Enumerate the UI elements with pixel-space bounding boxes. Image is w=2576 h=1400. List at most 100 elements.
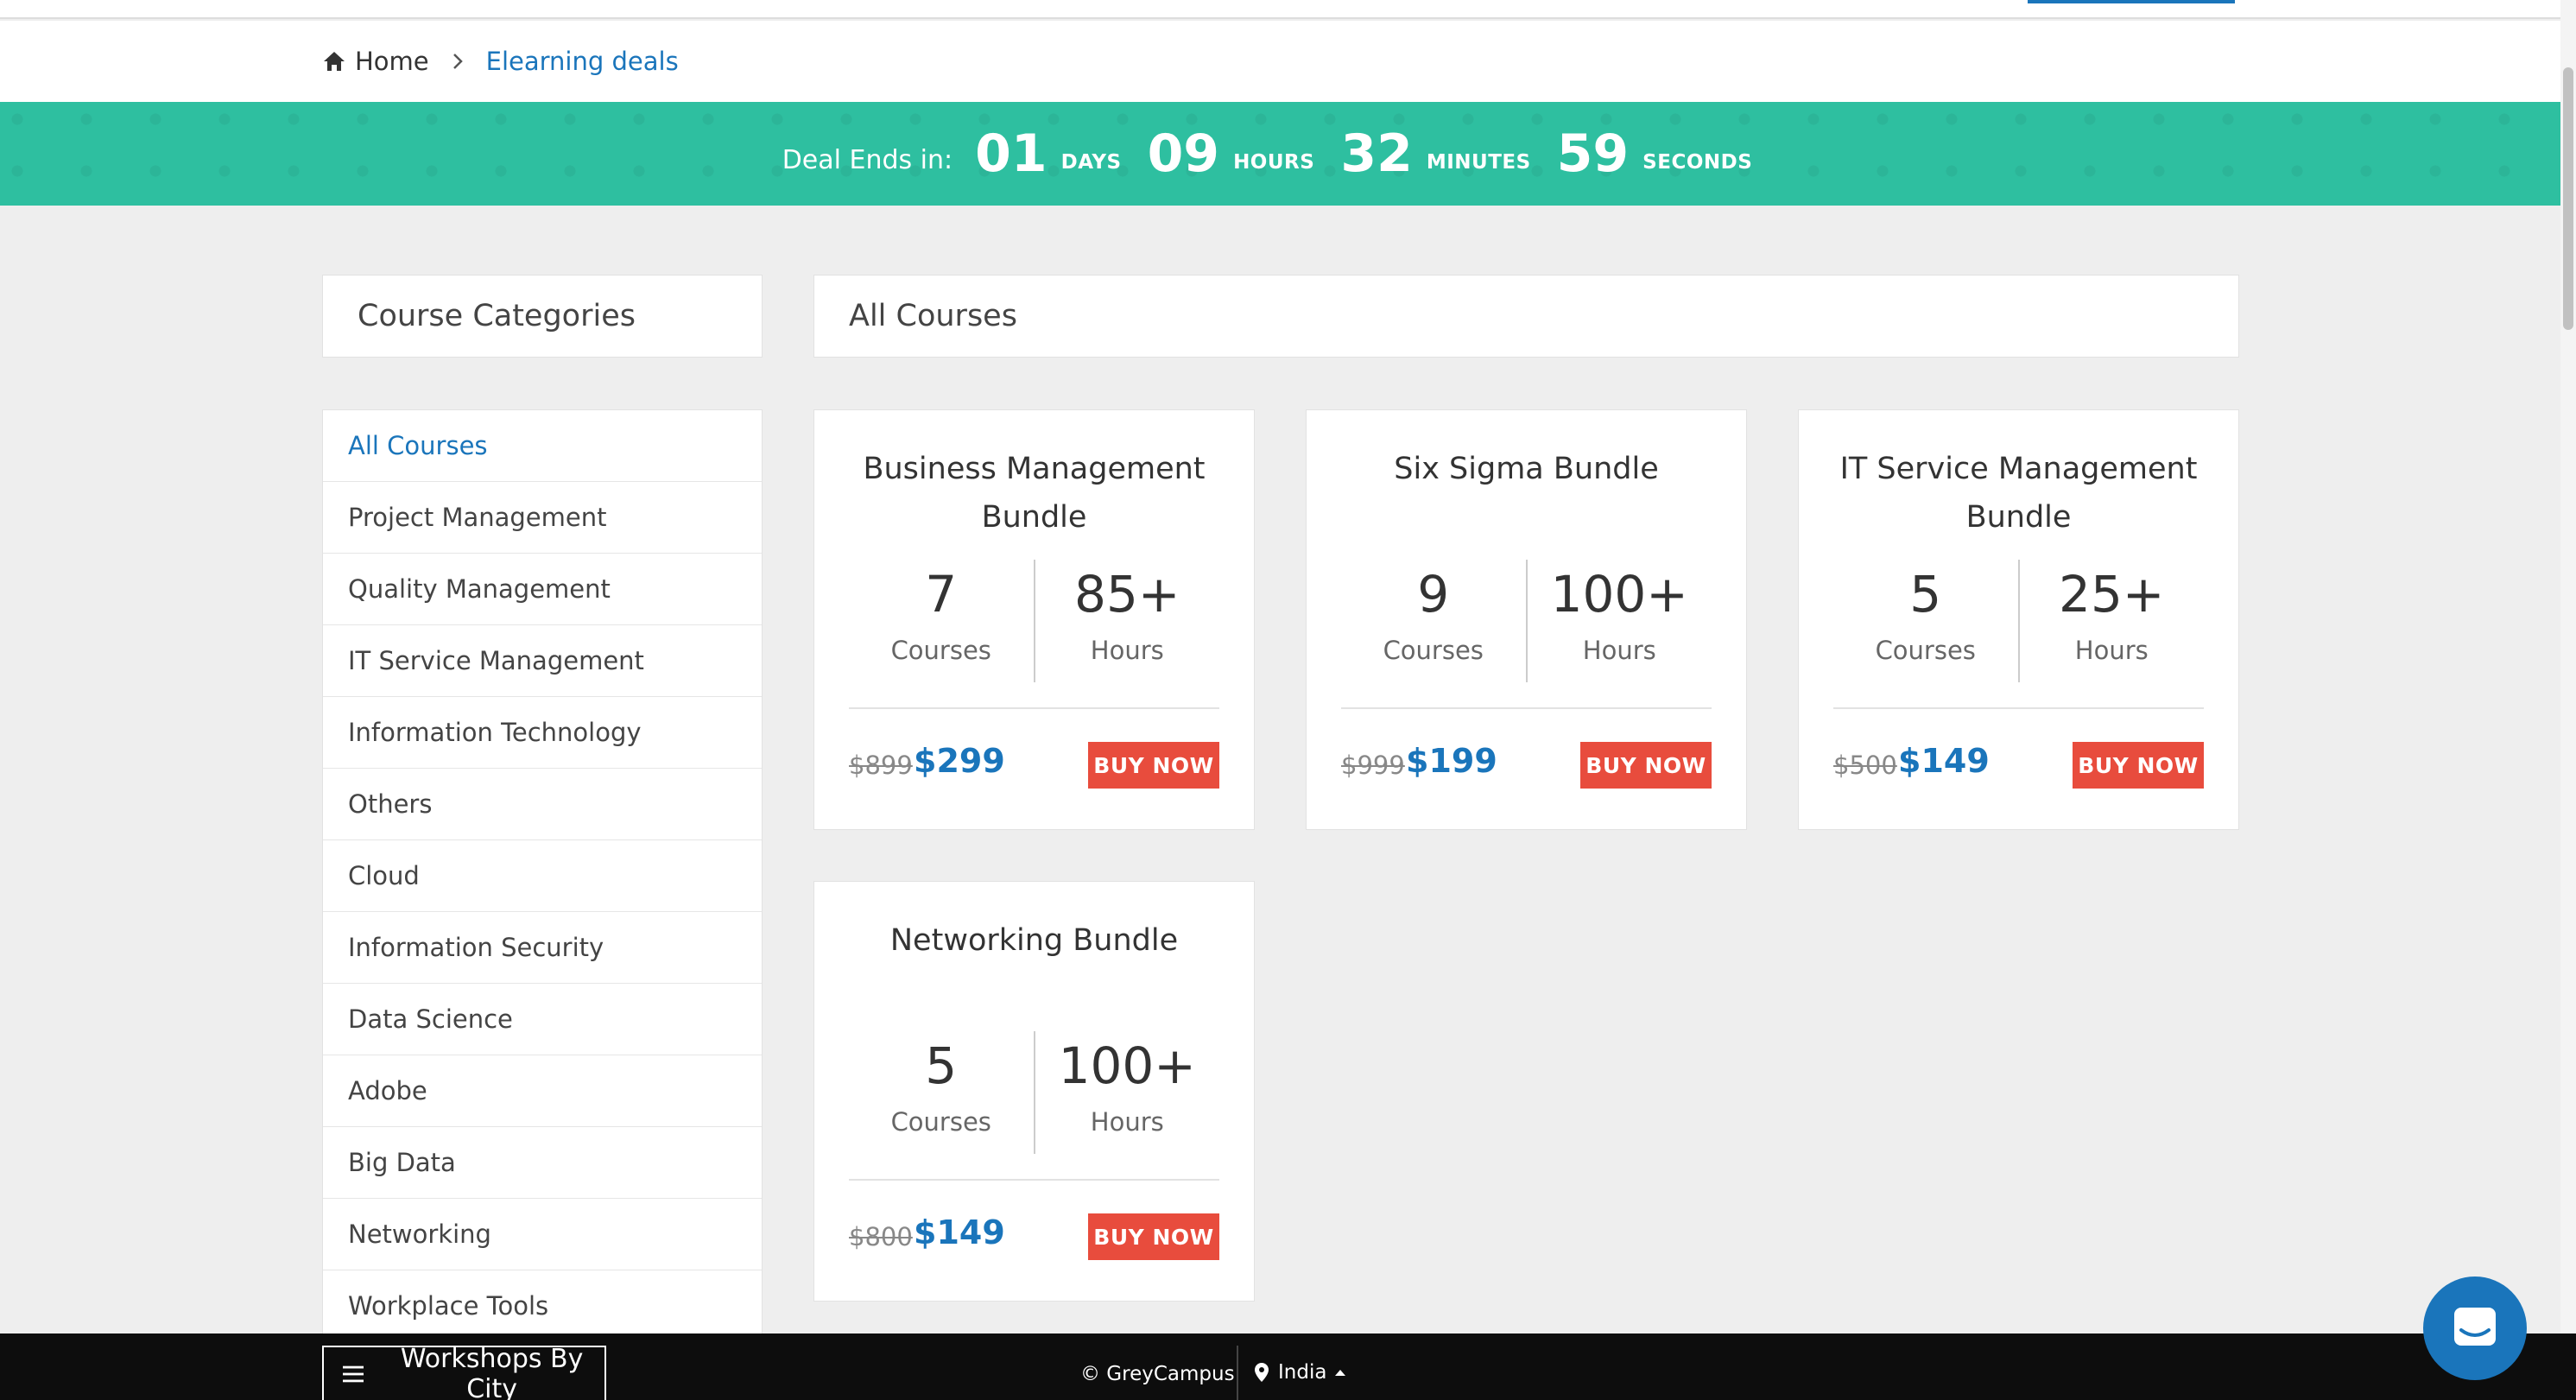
course-card-stats: 5 Courses 100+ Hours [849, 1031, 1219, 1154]
category-list: All Courses Project Management Quality M… [322, 409, 763, 1400]
deal-countdown-banner: Deal Ends in: 01 DAYS 09 HOURS 32 MINUTE… [0, 102, 2560, 206]
old-price: $999 [1341, 751, 1405, 780]
course-count-label: Courses [1875, 636, 1976, 665]
card-divider [1833, 707, 2204, 709]
category-item-adobe[interactable]: Adobe [323, 1055, 762, 1127]
category-item-others[interactable]: Others [323, 769, 762, 840]
buy-now-button[interactable]: BUY NOW [1088, 1213, 1219, 1260]
breadcrumb-home-link[interactable]: Home [322, 47, 429, 76]
vertical-scrollbar[interactable] [2560, 0, 2576, 1333]
all-courses-header: All Courses [813, 275, 2239, 358]
course-count-value: 9 [1417, 565, 1450, 624]
countdown-seconds: 59 [1556, 124, 1630, 184]
countdown-minutes: 32 [1340, 124, 1413, 184]
category-item-it-service-management[interactable]: IT Service Management [323, 625, 762, 697]
category-item-networking[interactable]: Networking [323, 1199, 762, 1270]
buy-now-button[interactable]: BUY NOW [1580, 742, 1712, 789]
countdown-minutes-unit: MINUTES [1426, 151, 1531, 174]
course-card[interactable]: Business Management Bundle 7 Courses 85+… [813, 409, 1255, 830]
old-price: $899 [849, 751, 913, 780]
hours-count: 85+ Hours [1035, 560, 1220, 682]
countdown-hours-unit: HOURS [1233, 151, 1315, 174]
footer-bar: Workshops By City © GreyCampus India [0, 1333, 2576, 1400]
card-divider [1341, 707, 1712, 709]
course-count-value: 7 [925, 565, 958, 624]
deal-price: $149 [914, 1213, 1005, 1251]
home-icon [324, 52, 345, 71]
hours-count-value: 25+ [2059, 565, 2165, 624]
course-card[interactable]: IT Service Management Bundle 5 Courses 2… [1798, 409, 2239, 830]
breadcrumb: Home Elearning deals [0, 21, 2560, 102]
hours-count-label: Hours [1090, 1107, 1164, 1137]
course-card-stats: 7 Courses 85+ Hours [849, 560, 1219, 682]
course-count-value: 5 [925, 1036, 958, 1095]
course-count-value: 5 [1909, 565, 1942, 624]
workshops-by-city-button[interactable]: Workshops By City [322, 1343, 606, 1400]
deal-price: $149 [1898, 742, 1990, 780]
workshops-by-city-label: Workshops By City [400, 1343, 584, 1400]
old-price: $800 [849, 1222, 913, 1251]
hours-count-value: 100+ [1058, 1036, 1196, 1095]
chevron-right-icon [452, 53, 464, 70]
hours-count-label: Hours [2074, 636, 2149, 665]
hours-count-label: Hours [1582, 636, 1656, 665]
category-item-project-management[interactable]: Project Management [323, 482, 762, 554]
course-card-title[interactable]: Networking Bundle [832, 916, 1237, 965]
course-count: 5 Courses [849, 1031, 1034, 1154]
buy-now-button[interactable]: BUY NOW [1088, 742, 1219, 789]
course-card[interactable]: Networking Bundle 5 Courses 100+ Hours $… [813, 881, 1255, 1302]
copyright-text: © GreyCampus [1080, 1363, 1235, 1385]
buy-now-button[interactable]: BUY NOW [2073, 742, 2204, 789]
hours-count-value: 100+ [1550, 565, 1688, 624]
category-item-cloud[interactable]: Cloud [323, 840, 762, 912]
course-card-stats: 9 Courses 100+ Hours [1341, 560, 1712, 682]
course-card-title[interactable]: Business Management Bundle [832, 445, 1237, 542]
course-count: 9 Courses [1341, 560, 1526, 682]
countdown-days-unit: DAYS [1060, 151, 1122, 174]
old-price: $500 [1833, 751, 1897, 780]
deal-price: $199 [1406, 742, 1497, 780]
category-item-quality-management[interactable]: Quality Management [323, 554, 762, 625]
course-count: 7 Courses [849, 560, 1034, 682]
hours-count-label: Hours [1090, 636, 1164, 665]
countdown-hours: 09 [1147, 124, 1220, 184]
map-pin-icon [1255, 1363, 1269, 1382]
deal-price: $299 [914, 742, 1005, 780]
hours-count: 25+ Hours [2020, 560, 2205, 682]
category-item-data-science[interactable]: Data Science [323, 984, 762, 1055]
menu-icon [343, 1365, 364, 1382]
footer-divider [1237, 1346, 1238, 1400]
chat-icon [2454, 1308, 2496, 1346]
category-item-workplace-tools[interactable]: Workplace Tools [323, 1270, 762, 1342]
breadcrumb-current: Elearning deals [485, 47, 679, 76]
category-item-all-courses[interactable]: All Courses [323, 410, 762, 482]
course-card-stats: 5 Courses 25+ Hours [1833, 560, 2204, 682]
category-item-big-data[interactable]: Big Data [323, 1127, 762, 1199]
location-label: India [1278, 1361, 1327, 1384]
all-courses-title: All Courses [849, 299, 1017, 333]
countdown-days: 01 [975, 124, 1047, 184]
card-divider [849, 1179, 1219, 1181]
course-count-label: Courses [890, 1107, 991, 1137]
course-count-label: Courses [890, 636, 991, 665]
countdown-seconds-unit: SECONDS [1642, 151, 1753, 174]
deal-label: Deal Ends in: [782, 144, 953, 175]
course-count-label: Courses [1383, 636, 1484, 665]
course-categories-title: Course Categories [358, 299, 636, 333]
course-categories-header: Course Categories [322, 275, 763, 358]
hours-count-value: 85+ [1074, 565, 1180, 624]
header-accent-bar [2028, 0, 2235, 3]
category-item-information-technology[interactable]: Information Technology [323, 697, 762, 769]
course-count: 5 Courses [1833, 560, 2018, 682]
card-divider [849, 707, 1219, 709]
caret-up-icon [1335, 1370, 1346, 1376]
course-card-title[interactable]: Six Sigma Bundle [1324, 445, 1729, 493]
hours-count: 100+ Hours [1035, 1031, 1220, 1154]
course-card-title[interactable]: IT Service Management Bundle [1816, 445, 2221, 542]
course-card[interactable]: Six Sigma Bundle 9 Courses 100+ Hours $9… [1306, 409, 1747, 830]
scrollbar-thumb[interactable] [2563, 67, 2573, 330]
hours-count: 100+ Hours [1528, 560, 1712, 682]
category-item-information-security[interactable]: Information Security [323, 912, 762, 984]
location-selector[interactable]: India [1254, 1361, 1347, 1384]
chat-launcher-button[interactable] [2423, 1276, 2527, 1380]
